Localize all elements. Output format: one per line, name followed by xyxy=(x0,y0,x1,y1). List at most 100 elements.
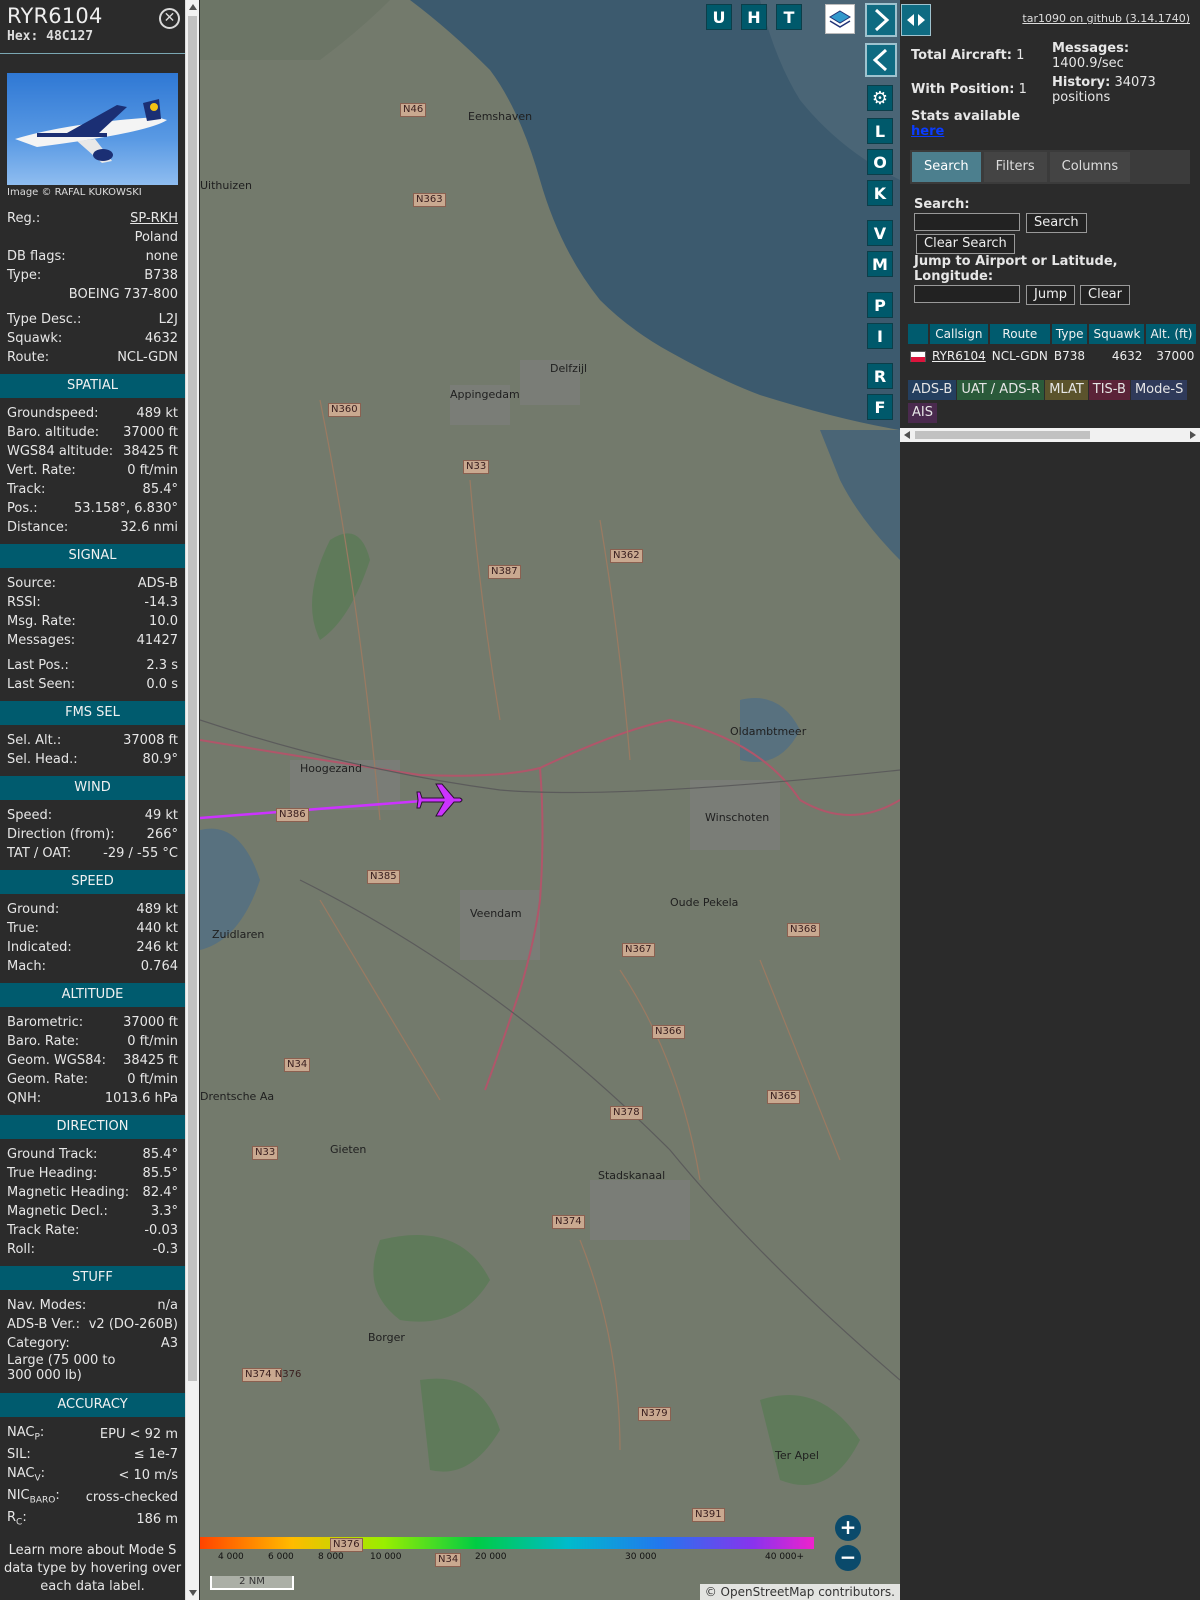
layers-icon[interactable] xyxy=(825,4,855,34)
search-button[interactable]: Search xyxy=(1026,213,1087,233)
toggle-sidebar-icon[interactable] xyxy=(901,4,931,36)
map-toggle-button[interactable]: K xyxy=(867,180,893,206)
info-row: Baro. Rate: 0 ft/min xyxy=(7,1034,178,1049)
clear-jump-button[interactable]: Clear xyxy=(1080,285,1130,305)
messages-stat: Messages: 1400.9/sec xyxy=(1052,41,1130,71)
section-speed: SPEED xyxy=(0,870,185,894)
info-row: Groundspeed: 489 kt xyxy=(7,406,178,421)
scrollbar-thumb[interactable] xyxy=(188,16,197,1381)
sil-row: SIL: ≤ 1e-7 xyxy=(7,1447,178,1462)
altitude-scale-label: 10 000 xyxy=(370,1552,402,1562)
search-label: Search: xyxy=(914,197,970,212)
info-row: WGS84 altitude: 38425 ft xyxy=(7,444,178,459)
column-header[interactable]: Callsign xyxy=(930,324,988,344)
map-toggle-button[interactable]: R xyxy=(867,363,893,389)
map-toggle-button[interactable]: P xyxy=(867,292,893,318)
tab-columns[interactable]: Columns xyxy=(1049,152,1131,182)
column-header[interactable]: Alt. (ft) xyxy=(1146,324,1197,344)
horizontal-scroll-thumb[interactable] xyxy=(915,431,1090,439)
source-tag: UAT / ADS-R xyxy=(957,380,1045,400)
road-label: N46 xyxy=(400,103,427,117)
scroll-left-arrow-icon[interactable] xyxy=(904,431,910,439)
info-panel-scrollbar[interactable] xyxy=(185,0,199,1600)
column-header[interactable]: Route xyxy=(989,324,1050,344)
expand-right-icon[interactable] xyxy=(865,3,897,37)
road-label: N374 N376 xyxy=(242,1368,301,1382)
map-toggle-button[interactable]: I xyxy=(867,323,893,349)
info-row: TAT / OAT: -29 / -55 °C xyxy=(7,846,178,861)
aircraft-info-panel: RYR6104 Hex: 48C127 ✕ Image © RAFAL KUKO… xyxy=(0,0,185,1600)
zoom-in-button[interactable]: + xyxy=(835,1515,861,1541)
column-header[interactable]: Type xyxy=(1051,324,1088,344)
road-label: N385 xyxy=(367,870,400,884)
source-tag: Mode-S xyxy=(1130,380,1188,400)
jump-input[interactable] xyxy=(914,285,1020,303)
road-label: N367 xyxy=(622,943,655,957)
tab-search[interactable]: Search xyxy=(912,152,981,182)
signal-list-2: Last Pos.: 2.3 s Last Seen: 0.0 s xyxy=(0,656,185,694)
with-position-stat: With Position: 1 xyxy=(911,82,1027,97)
scroll-up-arrow-icon[interactable] xyxy=(189,4,197,10)
place-label: Appingedam xyxy=(450,388,520,401)
stuff-list: Nav. Modes: n/a ADS-B Ver.: v2 (DO-260B) Cat… xyxy=(0,1296,185,1353)
map-view[interactable]: Delfzijl Appingedam Hoogezand Winschoten Vee… xyxy=(200,0,900,1600)
image-credit: Image © RAFAL KUKOWSKI xyxy=(7,187,142,198)
altitude-scale-label: 20 000 xyxy=(475,1552,507,1562)
clear-search-button[interactable]: Clear Search xyxy=(916,234,1015,254)
search-input[interactable] xyxy=(914,213,1020,231)
info-row: Indicated: 246 kt xyxy=(7,940,178,955)
zoom-out-button[interactable]: − xyxy=(835,1545,861,1571)
scroll-right-arrow-icon[interactable] xyxy=(1190,431,1196,439)
scroll-down-arrow-icon[interactable] xyxy=(189,1590,197,1596)
info-row: Distance: 32.6 nmi xyxy=(7,520,178,535)
map-attribution[interactable]: © OpenStreetMap contributors. xyxy=(699,1584,900,1600)
map-toggle-button[interactable]: O xyxy=(867,149,893,175)
info-row: Baro. altitude: 37000 ft xyxy=(7,425,178,440)
close-icon[interactable]: ✕ xyxy=(159,8,180,29)
layer-button[interactable]: T xyxy=(776,4,802,30)
layer-button[interactable]: U xyxy=(706,4,732,30)
registration-link[interactable]: SP-RKH xyxy=(130,211,178,226)
map-toggle-button[interactable]: M xyxy=(867,251,893,277)
altitude-scale-label: 6 000 xyxy=(268,1552,294,1562)
table-horizontal-scrollbar[interactable] xyxy=(900,428,1200,442)
jump-button[interactable]: Jump xyxy=(1026,285,1075,305)
info-row: Geom. WGS84: 38425 ft xyxy=(7,1053,178,1068)
place-label: Ter Apel xyxy=(775,1449,819,1462)
road-label: N363 xyxy=(413,193,446,207)
altitude-scale-label: 40 000+ xyxy=(765,1552,805,1562)
fms-list: Sel. Alt.: 37008 ft Sel. Head.: 80.9° xyxy=(0,731,185,769)
info-row: Magnetic Heading: 82.4° xyxy=(7,1185,178,1200)
place-label: Oude Pekela xyxy=(670,896,739,909)
info-row: Ground: 489 kt xyxy=(7,902,178,917)
map-toggle-button[interactable]: L xyxy=(867,118,893,144)
aircraft-photo[interactable] xyxy=(7,73,178,185)
info-row: Sel. Alt.: 37008 ft xyxy=(7,733,178,748)
map-toggle-button[interactable]: V xyxy=(867,220,893,246)
road-label: N34 xyxy=(435,1553,462,1567)
altitude-cell: 37000 xyxy=(1156,349,1195,363)
section-fms-sel: FMS SEL xyxy=(0,701,185,725)
github-link[interactable]: tar1090 on github (3.14.1740) xyxy=(1022,12,1190,25)
stats-link[interactable]: here xyxy=(911,124,944,139)
column-header[interactable]: Squawk xyxy=(1089,324,1145,344)
poland-flag-icon xyxy=(908,346,928,366)
info-row: Last Pos.: 2.3 s xyxy=(7,658,178,673)
section-accuracy: ACCURACY xyxy=(0,1393,185,1417)
map-toggle-button[interactable]: F xyxy=(867,394,893,420)
aircraft-marker-icon[interactable] xyxy=(416,783,463,817)
tab-filters[interactable]: Filters xyxy=(983,152,1047,182)
info-row: Last Seen: 0.0 s xyxy=(7,677,178,692)
settings-gear-icon[interactable]: ⚙ xyxy=(867,85,893,111)
collapse-left-icon[interactable] xyxy=(865,43,897,77)
reg-row: Reg.: SP-RKH xyxy=(7,211,178,226)
direction-list: Ground Track: 85.4° True Heading: 85.5° Magn… xyxy=(0,1145,185,1259)
column-header[interactable] xyxy=(908,324,928,344)
place-label: Borger xyxy=(368,1331,405,1344)
table-row[interactable]: RYR6104 NCL-GDN B738 4632 37000 xyxy=(908,346,1196,366)
map-scale-bar: 2 NM xyxy=(210,1576,294,1590)
layer-button[interactable]: H xyxy=(741,4,767,30)
hex-code: Hex: 48C127 xyxy=(7,29,94,44)
info-row: Source: ADS-B xyxy=(7,576,178,591)
callsign-cell[interactable]: RYR6104 xyxy=(930,346,988,366)
